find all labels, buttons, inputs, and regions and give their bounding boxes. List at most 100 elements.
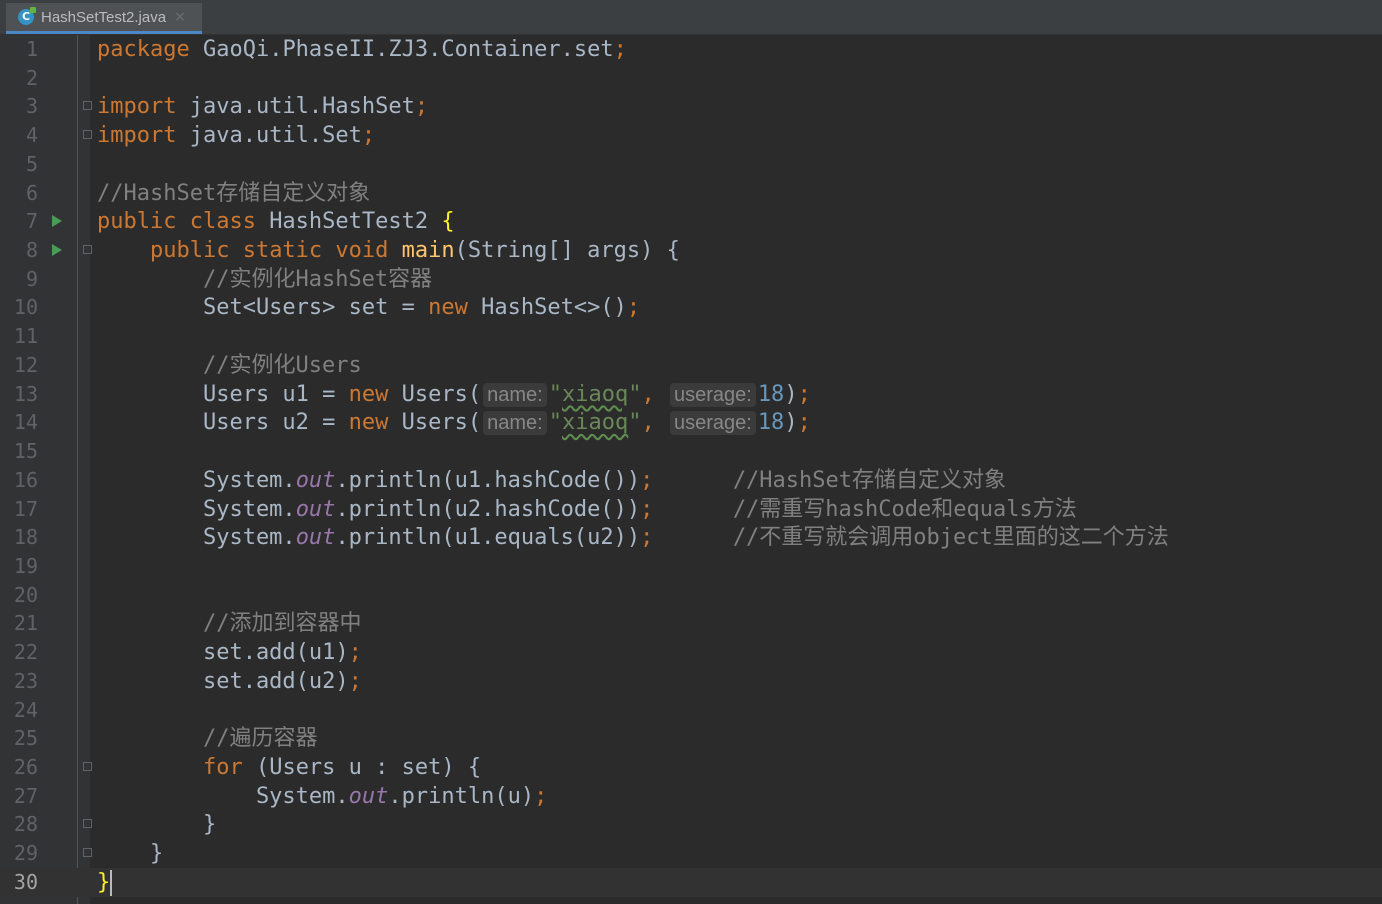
code-token: System. [97,783,349,809]
code-line[interactable]: 28 } [0,810,1382,839]
parameter-hint: name: [483,382,547,407]
code-line[interactable]: 7 public class HashSetTest2 { [0,207,1382,236]
code-token: out [295,525,336,551]
code-line[interactable]: 30} [0,867,1382,897]
code-token: Users( [401,410,482,436]
code-line[interactable]: 12 //实例化Users [0,351,1382,380]
fold-icon[interactable] [83,819,92,829]
fold-icon[interactable] [83,762,92,771]
code-line[interactable]: 25 //遍历容器 [0,724,1382,753]
code-token: .println(u1.hashCode()) [335,467,641,493]
parameter-hint: userage: [669,382,756,407]
line-number: 26 [13,755,38,779]
code-token: " [628,381,642,407]
code-line[interactable]: 18 System.out.println(u1.equals(u2)); //… [0,523,1382,552]
fold-icon[interactable] [83,245,92,255]
code-token: Users u2 = [97,410,349,436]
code-text: public class HashSetTest2 { [97,207,455,236]
code-line[interactable]: 24 [0,696,1382,725]
text-cursor [110,869,113,896]
code-line[interactable]: 5 [0,150,1382,179]
code-text: Users u1 = new Users(name: "xiaoq", usera… [97,380,811,409]
code-line[interactable]: 15 [0,437,1382,466]
code-line[interactable]: 3 import java.util.HashSet; [0,92,1382,121]
code-line[interactable]: 1 package GaoQi.PhaseII.ZJ3.Container.set… [0,35,1382,64]
code-token: ; [534,783,548,809]
code-token: " [628,410,642,436]
fold-icon[interactable] [83,101,92,111]
code-token: public class [97,209,270,235]
line-number: 24 [13,697,38,722]
code-line[interactable]: 11 [0,322,1382,351]
code-line[interactable]: 27 System.out.println(u); [0,782,1382,811]
code-line[interactable]: 10 Set<Users> set = new HashSet<>(); [0,293,1382,322]
line-number: 30 [13,869,38,894]
code-token: new [348,410,402,436]
code-editor[interactable]: 1 package GaoQi.PhaseII.ZJ3.Container.set… [0,35,1382,904]
code-token: (Users u : set) { [255,755,482,780]
code-token: Users u1 = [97,381,349,407]
line-number: 5 [25,151,38,176]
line-number: 28 [13,812,38,837]
code-text: //遍历容器 [97,724,318,753]
code-line[interactable]: 17 System.out.println(u2.hashCode()); //… [0,495,1382,524]
editor-tab-bar: C HashSetTest2.java × [0,0,1382,35]
line-number: 18 [13,525,38,550]
code-token: out [348,783,389,809]
code-token: ; [348,668,362,694]
code-line[interactable]: 2 [0,64,1382,93]
code-token: out [295,467,336,493]
code-token: { [441,209,455,235]
line-number: 4 [25,123,38,148]
tab-hashsettest2[interactable]: C HashSetTest2.java × [6,3,202,34]
code-token: import [97,94,190,120]
fold-icon[interactable] [83,848,92,858]
code-text: } [97,810,216,839]
code-token: , [641,410,668,436]
code-token: ; [640,525,654,551]
code-token: ; [361,123,376,149]
code-token: .println(u2.hashCode()) [335,496,641,522]
code-token: System. [97,525,296,551]
line-number: 8 [25,238,38,263]
code-line[interactable]: 8 public static void main(String[] args)… [0,236,1382,265]
line-number: 7 [25,209,38,234]
run-icon[interactable] [52,215,62,228]
close-icon[interactable]: × [174,9,186,25]
code-token: import [97,123,190,149]
code-line[interactable]: 20 [0,581,1382,610]
code-line[interactable]: 26 for (Users u : set) { [0,753,1382,782]
code-line[interactable]: 14 Users u2 = new Users(name: "xiaoq", us… [0,408,1382,437]
code-text: System.out.println(u); [97,782,547,811]
code-token: ; [613,37,627,62]
code-line[interactable]: 13 Users u1 = new Users(name: "xiaoq", us… [0,380,1382,409]
tab-filename: HashSetTest2.java [41,8,167,26]
code-line[interactable]: 22 set.add(u1); [0,638,1382,667]
code-token: main [401,238,455,264]
line-number: 25 [13,726,38,751]
code-token: //需重写hashCode和equals方法 [732,496,1077,522]
code-text: } [97,868,113,897]
code-line[interactable]: 23 set.add(u2); [0,667,1382,696]
code-token: ; [640,467,654,493]
code-token: .println(u) [388,783,535,809]
code-line[interactable]: 4 import java.util.Set; [0,121,1382,150]
run-icon[interactable] [52,244,62,257]
code-line[interactable]: 19 [0,552,1382,581]
code-line[interactable]: 9 //实例化HashSet容器 [0,265,1382,294]
java-class-icon: C [18,7,36,25]
code-token: //添加到容器中 [202,611,362,637]
code-line[interactable]: 29 } [0,839,1382,868]
code-line[interactable]: 6 //HashSet存储自定义对象 [0,179,1382,208]
code-line[interactable]: 21 //添加到容器中 [0,609,1382,638]
code-token: //不重写就会调用object里面的这二个方法 [732,525,1169,551]
code-text: set.add(u1); [97,638,362,667]
code-text: for (Users u : set) { [97,753,481,782]
code-token: Users( [401,381,482,407]
code-line[interactable]: 16 System.out.println(u1.hashCode()); //… [0,466,1382,495]
fold-icon[interactable] [83,130,92,140]
code-text: //添加到容器中 [97,609,362,638]
line-number: 9 [25,266,38,291]
